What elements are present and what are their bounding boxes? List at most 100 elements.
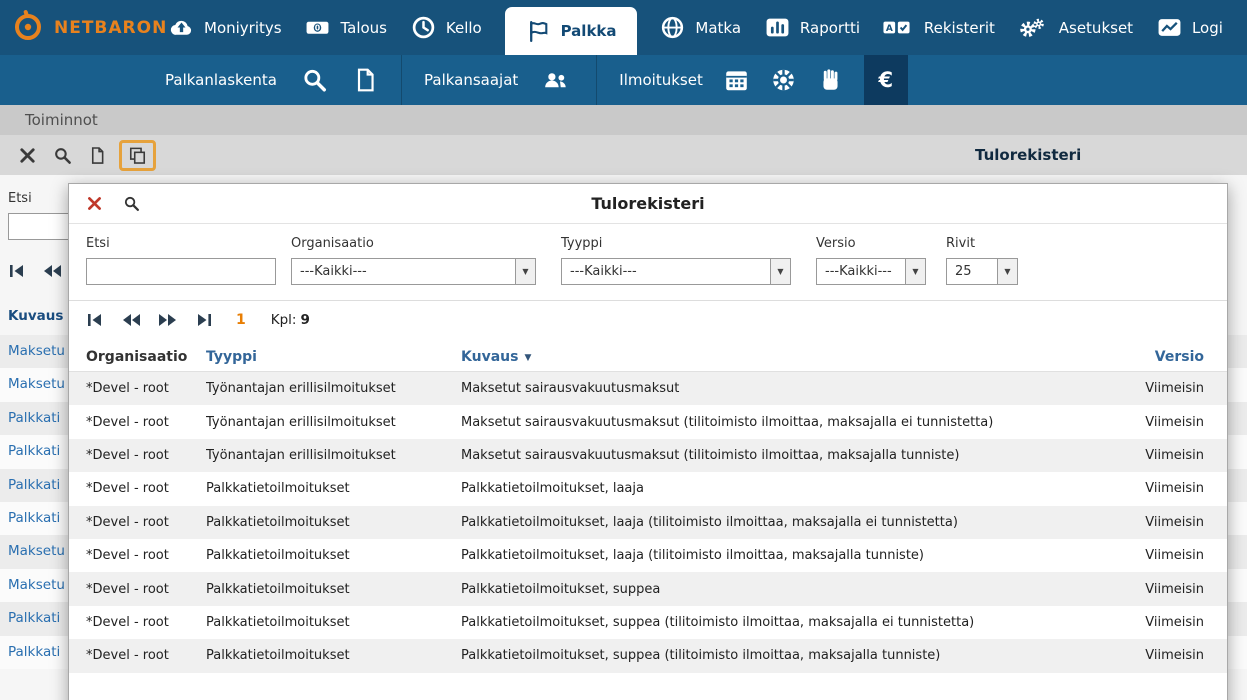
- clock-icon: [410, 15, 437, 40]
- topnav-item-label: Talous: [340, 19, 387, 37]
- finance-banknote-icon: 0: [304, 15, 331, 40]
- versio-label: Versio: [816, 236, 926, 251]
- column-header-kuvaus[interactable]: Kuvaus▼: [461, 349, 1094, 365]
- cell-kuvaus: Palkkatietoilmoitukset, suppea: [461, 582, 1094, 597]
- copy-button-highlight: [119, 140, 156, 171]
- netbaron-logo[interactable]: NETBARON: [0, 0, 162, 55]
- column-header-kuvaus-label: Kuvaus: [461, 349, 518, 365]
- cell-versio: Viimeisin: [1094, 548, 1204, 563]
- table-row[interactable]: *Devel - root Palkkatietoilmoitukset Pal…: [69, 572, 1227, 605]
- subnav-group-palkanlaskenta: Palkanlaskenta: [165, 55, 379, 105]
- cell-kuvaus: Palkkatietoilmoitukset, laaja (tilitoimi…: [461, 548, 1094, 563]
- column-header-versio[interactable]: Versio: [1094, 349, 1204, 365]
- topnav-item-label: Raportti: [800, 19, 860, 37]
- close-icon[interactable]: [18, 146, 37, 165]
- dialog-header: Tulorekisteri: [69, 184, 1227, 224]
- netbaron-logo-icon: [10, 8, 46, 48]
- cell-organisaatio: *Devel - root: [86, 548, 206, 563]
- last-page-icon[interactable]: [191, 312, 213, 328]
- topnav-item-matka[interactable]: Matka: [659, 0, 741, 55]
- svg-text:A: A: [886, 24, 893, 34]
- subnav-group-label[interactable]: Palkansaajat: [424, 71, 518, 89]
- table-row[interactable]: *Devel - root Palkkatietoilmoitukset Pal…: [69, 472, 1227, 505]
- topnav-item-moniyritys[interactable]: Moniyritys: [168, 0, 282, 55]
- employees-people-icon[interactable]: [542, 67, 574, 93]
- new-document-icon[interactable]: [352, 67, 379, 93]
- section-bar: Toiminnot: [0, 105, 1247, 135]
- travel-globe-icon: [659, 15, 686, 40]
- column-header-tyyppi[interactable]: Tyyppi: [206, 349, 461, 365]
- dialog-title: Tulorekisteri: [69, 194, 1227, 213]
- column-header-organisaatio: Organisaatio: [86, 349, 206, 365]
- subnav-group-palkansaajat: Palkansaajat: [424, 55, 574, 105]
- topnav-item-palkka-active[interactable]: Palkka: [505, 7, 637, 55]
- subnav-group-label[interactable]: Palkanlaskenta: [165, 71, 277, 89]
- hand-icon[interactable]: [817, 67, 844, 93]
- background-search-label: Etsi: [8, 191, 32, 206]
- next-page-icon[interactable]: [156, 312, 178, 328]
- table-row[interactable]: *Devel - root Palkkatietoilmoitukset Pal…: [69, 539, 1227, 572]
- close-icon[interactable]: [86, 195, 103, 212]
- rivit-select-value: 25: [947, 259, 997, 284]
- versio-select[interactable]: ---Kaikki--- ▼: [816, 258, 926, 285]
- table-row[interactable]: *Devel - root Työnantajan erillisilmoitu…: [69, 439, 1227, 472]
- rivit-select[interactable]: 25 ▼: [946, 258, 1018, 285]
- topnav-item-label: Matka: [695, 19, 741, 37]
- dialog-pagination: 1 Kpl:9: [69, 301, 1227, 339]
- chevron-down-icon: ▼: [515, 259, 535, 284]
- calendar-icon[interactable]: [723, 67, 750, 93]
- cell-tyyppi: Palkkatietoilmoitukset: [206, 582, 461, 597]
- table-row[interactable]: *Devel - root Palkkatietoilmoitukset Pal…: [69, 639, 1227, 672]
- cell-tyyppi: Palkkatietoilmoitukset: [206, 481, 461, 496]
- filter-bar: Etsi Organisaatio ---Kaikki--- ▼ Tyyppi …: [69, 224, 1227, 301]
- cell-versio: Viimeisin: [1094, 615, 1204, 630]
- cell-tyyppi: Palkkatietoilmoitukset: [206, 548, 461, 563]
- table-row[interactable]: *Devel - root Työnantajan erillisilmoitu…: [69, 405, 1227, 438]
- organisaatio-select[interactable]: ---Kaikki--- ▼: [291, 258, 536, 285]
- subnav-group-ilmoitukset: Ilmoitukset €: [619, 55, 908, 105]
- helm-wheel-icon[interactable]: [770, 67, 797, 93]
- first-page-icon[interactable]: [8, 263, 30, 279]
- topnav-item-asetukset[interactable]: Asetukset: [1018, 0, 1133, 55]
- svg-text:0: 0: [315, 24, 321, 33]
- copy-icon[interactable]: [128, 146, 147, 165]
- sub-nav: Palkanlaskenta Palkansaajat Ilmoitukset: [0, 55, 1247, 105]
- cell-organisaatio: *Devel - root: [86, 415, 206, 430]
- topnav-item-raportti[interactable]: Raportti: [764, 0, 860, 55]
- table-row[interactable]: *Devel - root Työnantajan erillisilmoitu…: [69, 372, 1227, 405]
- euro-income-register-icon[interactable]: €: [864, 55, 908, 105]
- cell-kuvaus: Maksetut sairausvakuutusmaksut (tilitoim…: [461, 448, 1094, 463]
- background-column-header-kuvaus[interactable]: Kuvaus: [8, 308, 63, 324]
- cell-tyyppi: Palkkatietoilmoitukset: [206, 515, 461, 530]
- search-icon[interactable]: [123, 195, 140, 212]
- topnav-item-logi[interactable]: Logi: [1156, 0, 1223, 55]
- tyyppi-select-value: ---Kaikki---: [562, 259, 770, 284]
- table-header-row: Organisaatio Tyyppi Kuvaus▼ Versio: [69, 342, 1227, 372]
- subnav-group-label[interactable]: Ilmoitukset: [619, 71, 703, 89]
- chevron-down-icon: ▼: [770, 259, 790, 284]
- search-icon[interactable]: [53, 146, 72, 165]
- cell-tyyppi: Työnantajan erillisilmoitukset: [206, 381, 461, 396]
- topnav-item-kello[interactable]: Kello: [410, 0, 482, 55]
- topnav-item-label: Asetukset: [1059, 19, 1133, 37]
- search-input[interactable]: [86, 258, 276, 285]
- tyyppi-select[interactable]: ---Kaikki--- ▼: [561, 258, 791, 285]
- cell-kuvaus: Palkkatietoilmoitukset, suppea (tilitoim…: [461, 615, 1094, 630]
- first-page-icon[interactable]: [86, 312, 108, 328]
- new-document-icon[interactable]: [88, 146, 107, 165]
- table-row[interactable]: *Devel - root Palkkatietoilmoitukset Pal…: [69, 506, 1227, 539]
- cell-versio: Viimeisin: [1094, 515, 1204, 530]
- topnav-item-rekisterit[interactable]: A Rekisterit: [883, 0, 995, 55]
- row-count-value: 9: [300, 312, 309, 328]
- page-title: Tulorekisteri: [975, 135, 1081, 175]
- search-icon[interactable]: [301, 67, 328, 93]
- previous-page-icon[interactable]: [121, 312, 143, 328]
- table-row[interactable]: *Devel - root Palkkatietoilmoitukset Pal…: [69, 606, 1227, 639]
- tulorekisteri-dialog: Tulorekisteri Etsi Organisaatio ---Kaikk…: [68, 183, 1228, 700]
- topnav-item-talous[interactable]: 0 Talous: [304, 0, 387, 55]
- top-nav-items: Moniyritys 0 Talous Kello Palkka: [162, 0, 1247, 55]
- cell-versio: Viimeisin: [1094, 381, 1204, 396]
- previous-page-icon[interactable]: [42, 263, 64, 279]
- row-count: Kpl:9: [271, 312, 310, 328]
- organisaatio-label: Organisaatio: [291, 236, 536, 251]
